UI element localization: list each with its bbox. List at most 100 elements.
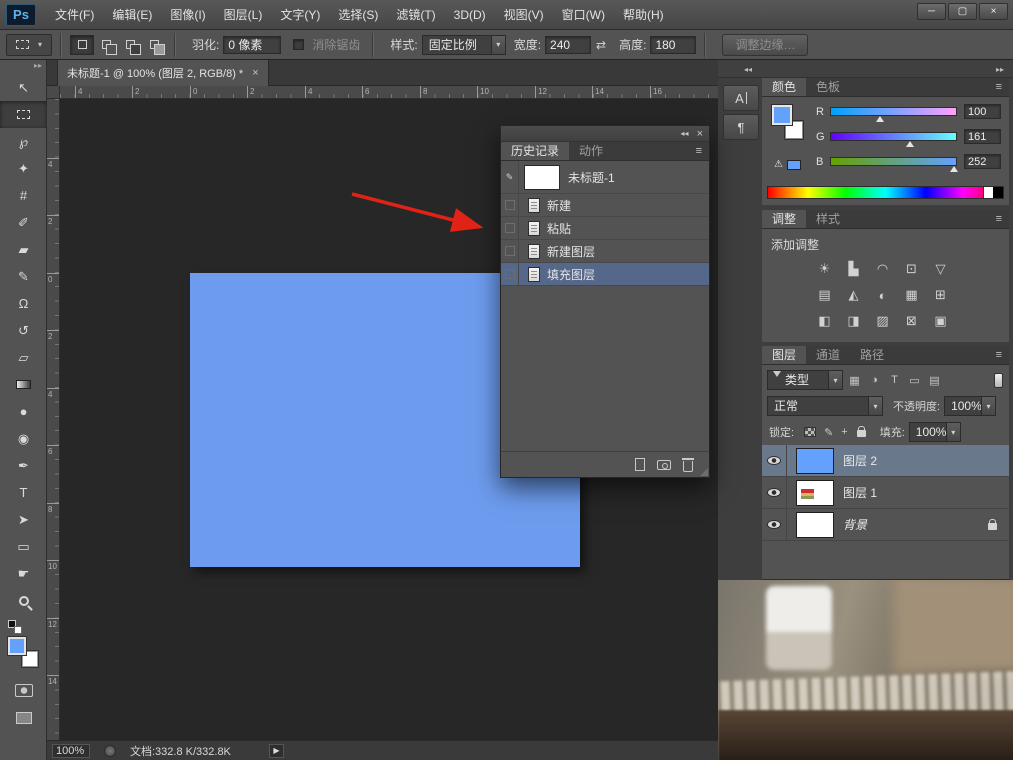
status-flyout-button[interactable]: ▶ [269,744,284,758]
new-selection-button[interactable] [70,35,94,55]
adjustment-icon[interactable]: ▦ [897,282,926,308]
history-source-checkbox[interactable] [501,263,519,285]
tab-styles[interactable]: 样式 [806,210,850,228]
rectangle-tool[interactable]: ▭ [0,533,47,560]
gradient-tool[interactable] [0,371,47,398]
color-spectrum-ramp[interactable] [767,186,1004,199]
lock-all-icon[interactable] [857,430,866,437]
blue-value-input[interactable] [964,154,1001,169]
new-document-from-state-button[interactable] [635,458,645,471]
tab-color[interactable]: 颜色 [762,78,806,96]
tab-channels[interactable]: 通道 [806,346,850,364]
maximize-button[interactable]: ▢ [948,3,977,20]
menu-layer[interactable]: 图层(L) [215,0,272,30]
lock-position-icon[interactable]: + [841,426,847,438]
minimize-button[interactable]: ─ [917,3,946,20]
zoom-level-input[interactable]: 100% [52,744,90,758]
adjustment-icon[interactable]: ◠ [868,256,897,282]
zoom-tool[interactable] [0,587,47,614]
history-state-row-selected[interactable]: 填充图层 [501,263,709,286]
adjustment-icon[interactable]: ▨ [868,308,897,334]
antialias-checkbox[interactable] [293,39,304,50]
filter-toggle-switch[interactable] [994,373,1003,388]
history-state-row[interactable]: 粘贴 [501,217,709,240]
panel-menu-icon[interactable]: ≡ [996,346,1009,364]
layer-name[interactable]: 背景 [843,516,867,533]
close-button[interactable]: × [979,3,1008,20]
slider-thumb[interactable] [950,166,958,172]
eyedropper-tool[interactable]: ✐ [0,209,47,236]
red-slider[interactable] [830,107,957,116]
panel-menu-icon[interactable]: ≡ [696,142,709,160]
white-swatch[interactable] [983,187,993,198]
magic-wand-tool[interactable]: ✦ [0,155,47,182]
tab-swatches[interactable]: 色板 [806,78,850,96]
panel-menu-icon[interactable]: ≡ [996,210,1009,228]
intersect-selection-button[interactable] [142,35,166,55]
path-selection-tool[interactable]: ➤ [0,506,47,533]
quick-mask-button[interactable] [0,677,47,704]
expand-panels-icon[interactable]: ◂◂ [744,65,752,74]
screen-mode-button[interactable] [0,704,47,731]
adjustment-icon[interactable]: ⊞ [926,282,955,308]
tab-actions[interactable]: 动作 [569,142,613,160]
green-slider[interactable] [830,132,957,141]
tab-layers[interactable]: 图层 [762,346,806,364]
layer-thumbnail[interactable] [796,480,834,506]
visibility-eye-icon[interactable] [767,456,781,465]
hand-tool[interactable]: ☛ [0,560,47,587]
lasso-tool[interactable]: ℘ [0,128,47,155]
blue-slider[interactable] [830,157,957,166]
slider-thumb[interactable] [876,116,884,122]
default-colors-icon[interactable] [8,620,22,634]
filter-shape-layers-icon[interactable]: ▭ [906,374,923,387]
brush-tool[interactable]: ✎ [0,263,47,290]
layer-name[interactable]: 图层 2 [843,452,877,469]
dodge-tool[interactable]: ◉ [0,425,47,452]
height-input[interactable] [650,36,696,54]
opacity-dropdown[interactable]: 100% ▾ [944,396,996,416]
tab-close-icon[interactable]: × [252,67,258,79]
visibility-eye-icon[interactable] [767,488,781,497]
tab-paths[interactable]: 路径 [850,346,894,364]
layer-row-background[interactable]: 背景 [762,509,1009,541]
adjustment-icon[interactable]: ◭ [839,282,868,308]
tab-history[interactable]: 历史记录 [501,142,569,160]
lock-pixels-icon[interactable]: ✎ [824,426,833,439]
history-snapshot-row[interactable]: ✎ 未标题-1 [501,162,709,194]
move-tool[interactable]: ↖ [0,74,47,101]
eraser-tool[interactable]: ▱ [0,344,47,371]
refine-edge-button[interactable]: 调整边缘… [722,34,808,56]
subtract-from-selection-button[interactable] [118,35,142,55]
character-panel-button[interactable]: A [723,85,759,111]
menu-file[interactable]: 文件(F) [46,0,103,30]
layer-row-layer1[interactable]: 图层 1 [762,477,1009,509]
new-snapshot-button[interactable] [657,460,671,470]
blend-mode-dropdown[interactable]: 正常 ▾ [767,396,883,416]
delete-state-button[interactable] [683,458,693,472]
menu-filter[interactable]: 滤镜(T) [387,0,444,30]
clone-stamp-tool[interactable]: Ω [0,290,47,317]
adjustment-icon[interactable]: ⊠ [897,308,926,334]
layer-thumbnail[interactable] [796,512,834,538]
layer-row-layer2[interactable]: 图层 2 [762,445,1009,477]
toolbar-expand-icon[interactable]: ▸▸ [34,61,42,70]
adjustment-icon[interactable]: ◧ [810,308,839,334]
menu-help[interactable]: 帮助(H) [614,0,673,30]
menu-select[interactable]: 选择(S) [329,0,387,30]
close-panel-icon[interactable]: × [697,129,703,139]
foreground-color-swatch[interactable] [8,637,26,655]
layer-name[interactable]: 图层 1 [843,484,877,501]
foreground-color-swatch[interactable] [772,105,792,125]
adjustment-icon[interactable]: ▙ [839,256,868,282]
filter-smart-object-icon[interactable]: ▤ [926,374,943,387]
document-tab[interactable]: 未标题-1 @ 100% (图层 2, RGB/8) * × [57,60,269,86]
visibility-eye-icon[interactable] [767,520,781,529]
adjustment-icon[interactable]: ⊡ [897,256,926,282]
menu-type[interactable]: 文字(Y) [271,0,329,30]
menu-3d[interactable]: 3D(D) [445,0,495,30]
menu-window[interactable]: 窗口(W) [553,0,614,30]
adjustment-icon[interactable]: ▽ [926,256,955,282]
adjustment-icon[interactable]: ◐ [868,282,897,308]
width-input[interactable] [545,36,591,54]
